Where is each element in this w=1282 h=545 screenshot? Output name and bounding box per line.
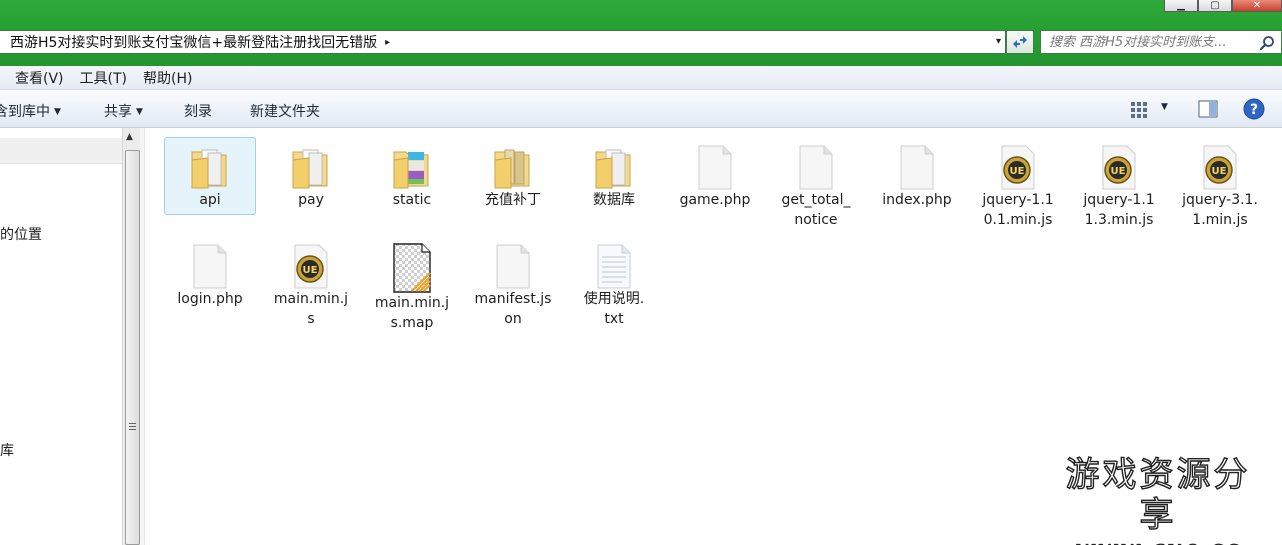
include-in-library-label: 含到库中 <box>0 104 50 120</box>
address-dropdown-icon[interactable]: ▾ <box>996 36 1001 47</box>
chevron-down-icon: ▼ <box>136 107 143 117</box>
pane-splitter[interactable] <box>140 128 145 545</box>
file-name: 使用说明. txt <box>583 291 645 327</box>
include-in-library-button[interactable]: 含到库中 ▼ <box>0 101 61 121</box>
watermark-title: 游戏资源分享 <box>1065 454 1251 535</box>
file-name: main.min.j s <box>273 291 349 327</box>
file-name: jquery-3.1. 1.min.js <box>1182 192 1258 228</box>
svg-text:UE: UE <box>1010 166 1025 177</box>
preview-pane-icon[interactable] <box>1198 100 1218 118</box>
watermark-url: www.guo.cc <box>1048 534 1268 545</box>
svg-text:UE: UE <box>1212 166 1227 177</box>
refresh-icon <box>1013 36 1027 48</box>
command-toolbar: 含到库中 ▼ 共享 ▼ 刻录 新建文件夹 ▼ ? <box>0 90 1282 128</box>
file-item[interactable]: main.min.j s.map <box>366 237 458 333</box>
nav-header <box>0 138 122 164</box>
search-input[interactable] <box>1041 34 1251 50</box>
file-item[interactable]: static <box>366 138 458 210</box>
file-item[interactable]: UE jquery-3.1. 1.min.js <box>1174 138 1266 230</box>
ultraedit-file-icon: UE <box>1001 145 1035 190</box>
window-chrome: ▁ ▢ ✕ 西游H5对接实时到账支付宝微信+最新登陆注册找回无错版 ▸ ▾ <box>0 0 1282 66</box>
maximize-button[interactable]: ▢ <box>1198 0 1232 12</box>
file-name: 充值补丁 <box>485 192 541 208</box>
map-file-icon <box>393 243 431 293</box>
text-file-icon <box>597 244 631 289</box>
menu-bar: 查看(V) 工具(T) 帮助(H) <box>0 66 1282 90</box>
window-controls: ▁ ▢ ✕ <box>1164 0 1282 12</box>
file-item[interactable]: UE main.min.j s <box>265 237 357 329</box>
file-name: manifest.js on <box>474 291 552 327</box>
file-name: jquery-1.1 0.1.min.js <box>982 192 1054 228</box>
ultraedit-file-icon: UE <box>1102 145 1136 190</box>
nav-item-places[interactable]: 的位置 <box>0 224 42 244</box>
search-icon[interactable] <box>1259 35 1275 51</box>
file-name: pay <box>298 192 324 208</box>
close-button[interactable]: ✕ <box>1232 0 1282 12</box>
blank-file-icon <box>698 145 732 190</box>
nav-item-library[interactable]: 库 <box>0 440 14 460</box>
scrollbar-thumb[interactable] <box>125 150 140 545</box>
file-name: get_total_ notice <box>781 192 851 228</box>
file-name: static <box>392 192 432 208</box>
share-button[interactable]: 共享 ▼ <box>104 101 143 121</box>
file-name: 数据库 <box>593 192 635 208</box>
file-item[interactable]: 充值补丁 <box>467 138 559 210</box>
nav-scrollbar[interactable]: ▲ <box>122 128 140 545</box>
svg-text:?: ? <box>1250 102 1258 118</box>
file-item[interactable]: index.php <box>871 138 963 210</box>
new-folder-button[interactable]: 新建文件夹 <box>250 101 320 121</box>
svg-text:UE: UE <box>1111 166 1126 177</box>
file-item[interactable]: pay <box>265 138 357 210</box>
file-name: login.php <box>177 291 243 307</box>
file-name: main.min.j s.map <box>374 295 450 331</box>
file-name: jquery-1.1 1.3.min.js <box>1083 192 1155 228</box>
share-label: 共享 <box>104 104 132 120</box>
file-name: game.php <box>679 192 751 208</box>
scroll-up-icon[interactable]: ▲ <box>126 132 133 142</box>
watermark: 游戏资源分享 www.guo.cc <box>1048 454 1268 545</box>
file-name: api <box>199 192 221 208</box>
address-chevron-icon[interactable]: ▸ <box>385 37 390 48</box>
blank-file-icon <box>193 244 227 289</box>
folder-icon <box>292 149 328 189</box>
file-item[interactable]: api <box>164 137 256 215</box>
refresh-button[interactable] <box>1006 30 1034 54</box>
grip-icon <box>129 423 136 432</box>
navigation-pane: 的位置 库 <box>0 128 122 545</box>
chevron-down-icon: ▼ <box>54 107 61 117</box>
view-dropdown-icon[interactable]: ▼ <box>1161 102 1168 112</box>
folder-icon <box>494 149 530 189</box>
file-item[interactable]: UE jquery-1.1 1.3.min.js <box>1073 138 1165 230</box>
file-item[interactable]: get_total_ notice <box>770 138 862 230</box>
svg-text:UE: UE <box>303 265 318 276</box>
menu-help[interactable]: 帮助(H) <box>135 68 200 88</box>
file-item[interactable]: 使用说明. txt <box>568 237 660 329</box>
file-item[interactable]: login.php <box>164 237 256 309</box>
file-item[interactable]: manifest.js on <box>467 237 559 329</box>
minimize-button[interactable]: ▁ <box>1164 0 1198 12</box>
file-name: index.php <box>882 192 952 208</box>
blank-file-icon <box>799 145 833 190</box>
address-bar[interactable]: 西游H5对接实时到账支付宝微信+最新登陆注册找回无错版 ▸ ▾ <box>0 30 1006 54</box>
blank-file-icon <box>900 145 934 190</box>
menu-view[interactable]: 查看(V) <box>0 68 72 88</box>
help-icon[interactable]: ? <box>1243 98 1265 120</box>
file-item[interactable]: UE jquery-1.1 0.1.min.js <box>972 138 1064 230</box>
folder-icon <box>595 149 631 189</box>
search-box[interactable] <box>1040 30 1282 54</box>
view-options-icon[interactable] <box>1130 101 1150 119</box>
ultraedit-file-icon: UE <box>1203 145 1237 190</box>
blank-file-icon <box>496 244 530 289</box>
burn-button[interactable]: 刻录 <box>184 101 212 121</box>
file-item[interactable]: 数据库 <box>568 138 660 210</box>
address-path[interactable]: 西游H5对接实时到账支付宝微信+最新登陆注册找回无错版 <box>0 32 377 52</box>
file-item[interactable]: game.php <box>669 138 761 210</box>
folder-icon <box>393 151 429 189</box>
ultraedit-file-icon: UE <box>294 244 328 289</box>
folder-icon <box>191 149 227 189</box>
menu-tools[interactable]: 工具(T) <box>72 68 135 88</box>
